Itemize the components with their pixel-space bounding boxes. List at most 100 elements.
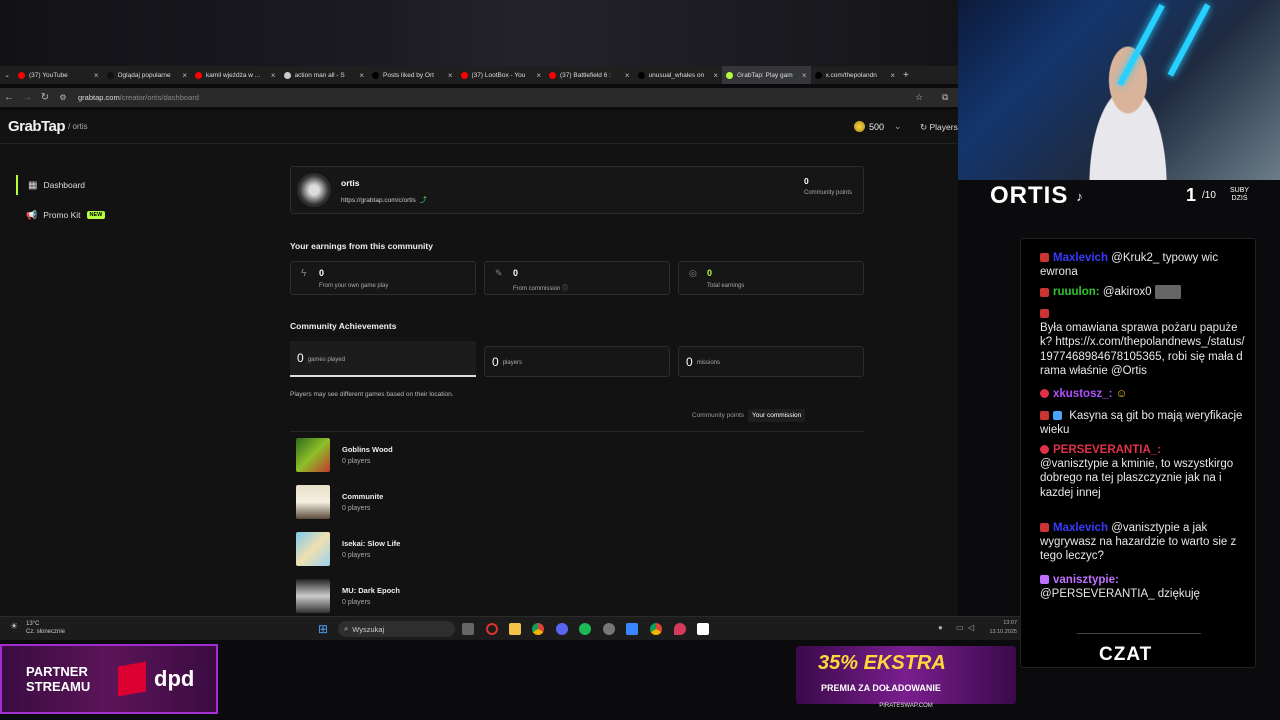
close-icon[interactable]: × xyxy=(94,71,99,80)
browser-tab[interactable]: Posts liked by Ort × xyxy=(368,66,457,84)
network-icon[interactable]: ▭ xyxy=(956,623,964,632)
file-explorer-icon[interactable] xyxy=(509,623,521,635)
close-icon[interactable]: × xyxy=(448,71,453,80)
tab-title: (37) YouTube xyxy=(29,71,68,79)
community-points-label: Community points xyxy=(804,190,853,196)
browser-tab[interactable]: kamil wjeżdża w ... × xyxy=(191,66,280,84)
url-field[interactable]: grabtap.com/creator/ortis/dashboard xyxy=(78,93,199,102)
tab-community-points[interactable]: Community points xyxy=(688,409,748,422)
url-path: /creator/ortis/dashboard xyxy=(119,93,199,102)
map-pin-icon[interactable] xyxy=(674,623,686,635)
badge-icon xyxy=(1040,287,1049,297)
tab-favicon-icon xyxy=(195,71,202,79)
achievement-games-played[interactable]: 0 games played xyxy=(290,341,476,377)
extensions-icon[interactable]: ⧉ xyxy=(942,92,948,103)
tab-favicon-icon xyxy=(283,71,291,79)
chevron-down-icon: ⌄ xyxy=(894,121,902,131)
streamer-figure xyxy=(1068,35,1188,180)
players-button-label: Players xyxy=(929,122,958,132)
game-row-communite[interactable]: Communite 0 players xyxy=(296,485,383,519)
chat-message: Maxlevich @Kruk2_ typowy wic ewrona xyxy=(1040,251,1245,279)
browser-tab[interactable]: (37) LootBox - You × xyxy=(457,66,546,84)
taskbar-search[interactable]: ⌕ Wyszukaj xyxy=(338,621,455,637)
chat-message: ruuulon: @akirox0 xyxy=(1040,285,1245,299)
weather-widget[interactable]: ☀ 13°C Cz. słonecznie xyxy=(10,620,65,636)
back-icon[interactable]: ← xyxy=(0,92,18,103)
divider xyxy=(290,431,864,432)
achievement-players[interactable]: 0 players xyxy=(484,346,670,377)
tab-favicon-icon xyxy=(726,71,733,79)
forward-icon[interactable]: → xyxy=(18,92,36,103)
partner-banner: PARTNER STREAMU dpd xyxy=(0,644,218,714)
browser-tab[interactable]: (37) YouTube × xyxy=(14,66,103,84)
handshake-icon: ✎ xyxy=(495,268,503,278)
browser-tab[interactable]: Oglądaj popularne × xyxy=(103,66,192,84)
game-thumbnail xyxy=(296,579,330,613)
spotify-icon[interactable] xyxy=(579,623,591,635)
discord-icon[interactable] xyxy=(556,623,568,635)
stream-chat: Maxlevich @Kruk2_ typowy wic ewrona ruuu… xyxy=(1020,238,1256,668)
close-icon[interactable]: × xyxy=(802,71,807,80)
info-icon[interactable]: ⓘ xyxy=(562,286,568,292)
volume-icon[interactable]: ◁ xyxy=(968,623,974,632)
game-row-goblins-wood[interactable]: Goblins Wood 0 players xyxy=(296,438,393,472)
bookmark-star-icon[interactable]: ☆ xyxy=(915,92,923,103)
mic-icon[interactable]: ● xyxy=(938,623,943,632)
close-icon[interactable]: × xyxy=(713,71,718,80)
game-row-mu-dark-epoch[interactable]: MU: Dark Epoch 0 players xyxy=(296,579,400,613)
close-icon[interactable]: × xyxy=(625,71,630,80)
tab-favicon-icon xyxy=(814,71,822,79)
missions-label: missions xyxy=(696,360,721,366)
close-icon[interactable]: × xyxy=(359,71,364,80)
close-icon[interactable]: × xyxy=(182,71,187,80)
earnings-commission-value: 0 xyxy=(513,268,519,278)
chrome-icon[interactable] xyxy=(650,623,662,635)
achievement-missions[interactable]: 0 missions xyxy=(678,346,864,377)
chat-message: Kasyna są git bo mają weryfikacje wieku xyxy=(1040,409,1245,437)
chrome-icon[interactable] xyxy=(532,623,544,635)
grabtap-logo[interactable]: GrabTap xyxy=(8,118,66,135)
tab-favicon-icon xyxy=(637,71,645,79)
games-played-label: games played xyxy=(307,356,346,363)
players-value: 0 xyxy=(492,354,499,369)
close-icon[interactable]: × xyxy=(890,71,895,80)
chat-text: @PERSEVERANTIA_ dziękuję xyxy=(1040,588,1200,601)
reload-icon[interactable]: ↻ xyxy=(36,92,54,103)
browser-tab[interactable]: (37) Battlefield 6 : × xyxy=(545,66,634,84)
chat-message: xkustosz_: ☺ xyxy=(1040,387,1245,401)
earnings-own-value: 0 xyxy=(319,268,325,278)
app-icon[interactable] xyxy=(697,623,709,635)
tab-title: Posts liked by Ort xyxy=(383,71,434,79)
share-icon[interactable]: ⤴ xyxy=(420,195,427,205)
site-info-icon[interactable]: ⚙ xyxy=(54,93,72,102)
tab-list-chevron-icon[interactable]: ⌄ xyxy=(0,71,14,79)
system-clock[interactable]: 13:07 13.10.2025 xyxy=(989,619,1017,637)
sidebar-item-dashboard[interactable]: ▦ Dashboard xyxy=(16,175,85,195)
search-icon: ⌕ xyxy=(344,624,349,633)
close-icon[interactable]: × xyxy=(536,71,541,80)
tab-your-commission[interactable]: Your commission xyxy=(748,409,806,422)
avatar[interactable] xyxy=(297,173,331,207)
earnings-own-label: From your own game play xyxy=(319,283,389,289)
game-row-isekai-slow-life[interactable]: Isekai: Slow Life 0 players xyxy=(296,532,400,566)
subs-label-2: DZIŚ xyxy=(1231,195,1248,202)
browser-tab[interactable]: x.com/thepolandn × xyxy=(811,66,900,84)
task-view-icon[interactable] xyxy=(462,623,474,635)
tab-favicon-icon xyxy=(106,71,114,79)
coin-balance[interactable]: 500 ⌄ xyxy=(854,121,902,132)
heart-icon xyxy=(1040,575,1049,585)
app-icon[interactable] xyxy=(626,623,638,635)
heart-icon xyxy=(1040,445,1049,455)
browser-tab[interactable]: action man all - S × xyxy=(280,66,369,84)
players-button[interactable]: ↻ Players xyxy=(920,122,958,133)
windows-start-icon[interactable]: ⊞ xyxy=(318,622,328,636)
settings-icon[interactable] xyxy=(603,623,615,635)
browser-tab[interactable]: GrabTap: Play gam × xyxy=(722,66,811,84)
stream-name-bar: ORTIS ♪ 1 /10 SUBY DZIŚ xyxy=(990,181,1265,211)
sidebar-item-promo-kit[interactable]: 📢 Promo Kit NEW xyxy=(16,205,106,225)
close-icon[interactable]: × xyxy=(271,71,276,80)
profile-link[interactable]: https://grabtap.com/c/ortis xyxy=(341,197,416,204)
opera-icon[interactable] xyxy=(486,623,498,635)
new-tab-button[interactable]: + xyxy=(903,70,909,81)
browser-tab[interactable]: unusual_whales on × xyxy=(634,66,723,84)
